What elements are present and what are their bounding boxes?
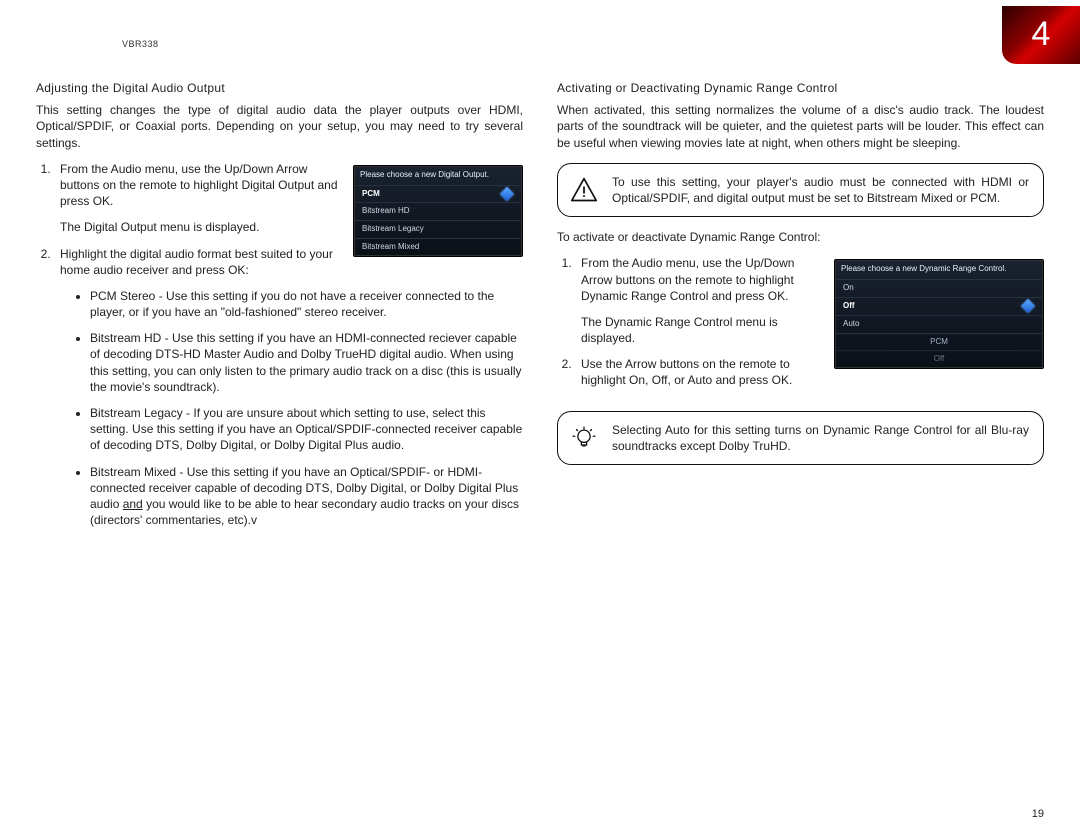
warning-icon [570,176,598,204]
section-title-digital-output: Adjusting the Digital Audio Output [36,80,523,96]
menu-option-auto: Auto [835,315,1043,333]
tip-box: Selecting Auto for this setting turns on… [557,411,1044,465]
right-column: Activating or Deactivating Dynamic Range… [557,80,1044,548]
warning-box: To use this setting, your player's audio… [557,163,1044,217]
bullet-bitstream-hd: Bitstream HD - Use this setting if you h… [90,330,523,395]
left-column: Adjusting the Digital Audio Output This … [36,80,523,548]
step-2: Highlight the digital audio format best … [54,246,523,529]
model-code: VBR338 [122,38,159,50]
intro-paragraph: This setting changes the type of digital… [36,102,523,151]
chapter-badge: 4 [1002,6,1080,64]
menu-option-bitstream-mixed: Bitstream Mixed [354,238,522,256]
screenshot-caption: Please choose a new Dynamic Range Contro… [835,260,1043,279]
page-number: 19 [1032,807,1044,822]
selection-diamond-icon [1021,299,1035,313]
drc-lead: To activate or deactivate Dynamic Range … [557,229,1044,245]
bullet-pcm-stereo: PCM Stereo - Use this setting if you do … [90,288,523,320]
menu-option-on: On [835,279,1043,297]
menu-option-pcm: PCM [354,185,522,203]
menu-option-bitstream-legacy: Bitstream Legacy [354,220,522,238]
drc-menu-screenshot: Please choose a new Dynamic Range Contro… [834,259,1044,369]
section-title-drc: Activating or Deactivating Dynamic Range… [557,80,1044,96]
digital-output-menu-screenshot: Please choose a new Digital Output. PCM … [353,165,523,257]
lightbulb-icon [570,424,598,452]
bullet-bitstream-legacy: Bitstream Legacy - If you are unsure abo… [90,405,523,454]
screenshot-caption: Please choose a new Digital Output. [354,166,522,185]
bullet-bitstream-mixed: Bitstream Mixed - Use this setting if yo… [90,464,523,529]
menu-option-off: Off [835,297,1043,315]
screenshot-footer-off: Off [835,350,1043,368]
menu-option-bitstream-hd: Bitstream HD [354,202,522,220]
drc-intro: When activated, this setting normalizes … [557,102,1044,151]
selection-diamond-icon [500,187,514,201]
chapter-number: 4 [1032,12,1051,58]
screenshot-footer-pcm: PCM [835,333,1043,351]
